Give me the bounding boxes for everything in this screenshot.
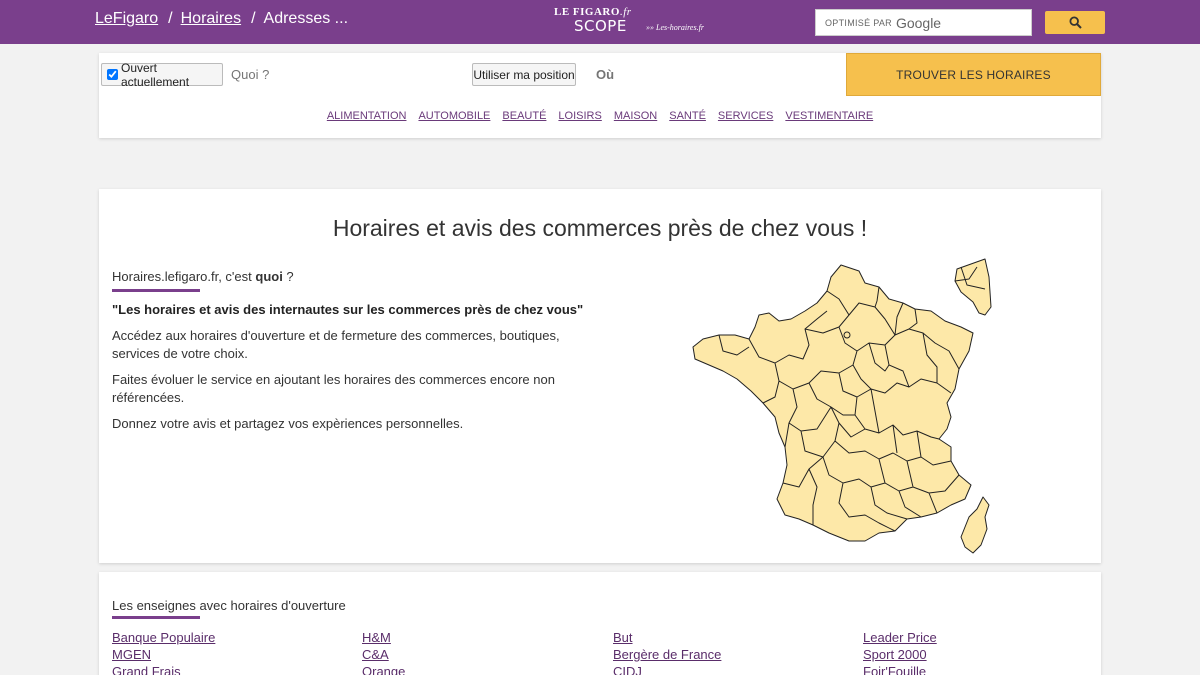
paragraph-review: Donnez votre avis et partagez vos expèri… [112,416,464,431]
page-title: Horaires et avis des commerces près de c… [332,215,868,241]
breadcrumb-lefigaro[interactable]: LeFigaro [95,10,158,28]
google-search-input[interactable]: OPTIMISÉ PAR Google [815,9,1032,36]
brand-link[interactable]: Leader Price [863,629,1103,646]
tagline-quote: "Les horaires et avis des internautes su… [112,302,584,317]
brands-column-3: But Bergère de France CIDJ [613,629,853,675]
where-input[interactable] [596,67,836,82]
france-departments-map[interactable] [689,247,1019,557]
brand-link[interactable]: C&A [362,646,602,663]
breadcrumb: LeFigaro / Horaires / Adresses ... [95,10,348,28]
brands-column-2: H&M C&A Orange [362,629,602,675]
mainland-france-region[interactable] [692,264,974,542]
brands-title: Les enseignes avec horaires d'ouverture [112,598,346,613]
category-alimentation[interactable]: ALIMENTATION [327,110,407,122]
what-input[interactable] [231,67,451,82]
brands-title-underline [112,616,200,619]
heading-underline [112,289,200,292]
figaro-scope-logo[interactable]: LE FIGARO.fr SCOPE »» Les-horaires.fr [554,6,714,38]
category-maison[interactable]: MAISON [614,110,657,122]
category-nav: ALIMENTATION AUTOMOBILE BEAUTÉ LOISIRS M… [99,110,1101,122]
brand-link[interactable]: Sport 2000 [863,646,1103,663]
category-sante[interactable]: SANTÉ [669,110,706,122]
brands-column-4: Leader Price Sport 2000 Foir'Fouille [863,629,1103,675]
google-brand: Google [895,14,942,31]
breadcrumb-separator: / [251,10,256,27]
open-now-label: Ouvert actuellement [121,60,190,89]
paragraph-access: Accédez aux horaires d'ouverture et de f… [112,328,560,361]
paris-marker[interactable] [843,331,851,339]
find-hours-button[interactable]: TROUVER LES HORAIRES [846,53,1101,96]
open-now-checkbox-input[interactable] [107,69,118,80]
logo-line2: SCOPE [574,17,627,35]
brand-link[interactable]: CIDJ [613,663,853,675]
brands-column-1: Banque Populaire MGEN Grand Frais [112,629,352,675]
search-panel: Ouvert actuellement Utiliser ma position… [99,53,1101,138]
breadcrumb-separator: / [168,10,173,27]
intro-heading: Horaires.lefigaro.fr, c'est quoi ? [112,269,294,284]
use-position-button[interactable]: Utiliser ma position [472,63,576,86]
brand-link[interactable]: H&M [362,629,602,646]
top-bar: LeFigaro / Horaires / Adresses ... LE FI… [0,0,1200,44]
idf-inset-region[interactable] [954,258,992,316]
breadcrumb-horaires[interactable]: Horaires [181,10,241,28]
category-vestimentaire[interactable]: VESTIMENTAIRE [785,110,873,122]
brand-link[interactable]: Orange [362,663,602,675]
category-beaute[interactable]: BEAUTÉ [502,110,546,122]
category-services[interactable]: SERVICES [718,110,773,122]
search-prefix: OPTIMISÉ PAR [825,17,892,28]
brands-card: Les enseignes avec horaires d'ouverture … [99,572,1101,675]
logo-line3: »» Les-horaires.fr [646,23,704,32]
search-icon [1068,16,1082,29]
brand-link[interactable]: MGEN [112,646,352,663]
category-automobile[interactable]: AUTOMOBILE [418,110,490,122]
brand-link[interactable]: Bergère de France [613,646,853,663]
brand-link[interactable]: Banque Populaire [112,629,352,646]
corsica-region[interactable] [960,496,990,554]
brand-link[interactable]: Foir'Fouille [863,663,1103,675]
brand-link[interactable]: But [613,629,853,646]
paragraph-contribute: Faites évoluer le service en ajoutant le… [112,372,555,405]
open-now-checkbox[interactable]: Ouvert actuellement [101,60,223,89]
brand-link[interactable]: Grand Frais [112,663,352,675]
intro-card: Horaires et avis des commerces près de c… [99,189,1101,563]
breadcrumb-adresses: Adresses ... [263,10,349,27]
google-search-button[interactable] [1045,11,1105,34]
category-loisirs[interactable]: LOISIRS [558,110,601,122]
